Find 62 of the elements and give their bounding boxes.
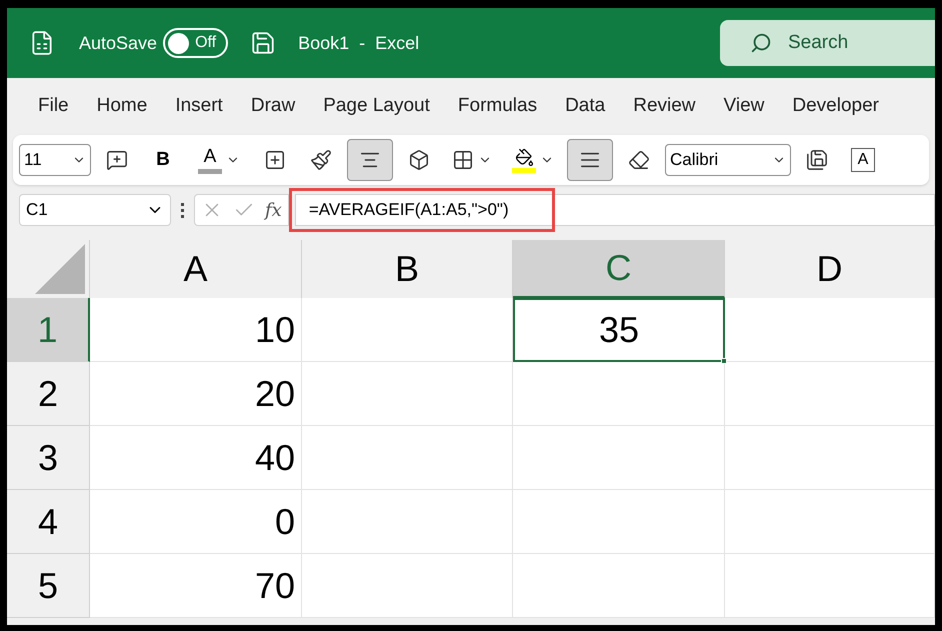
table-cell[interactable]: 35 (513, 298, 725, 362)
table-cell[interactable] (302, 490, 513, 554)
table-cell[interactable]: 40 (90, 426, 302, 490)
table-cell[interactable] (725, 554, 935, 618)
autosave-label: AutoSave (79, 32, 158, 54)
font-color-button[interactable]: A (189, 140, 249, 180)
formula-field[interactable]: =AVERAGEIF(A1:A5,">0") (294, 194, 935, 226)
window-title: Book1 - Excel (298, 32, 420, 54)
save-icon (806, 149, 828, 171)
square-plus-icon (264, 149, 286, 171)
table-cell[interactable] (725, 426, 935, 490)
search-field[interactable]: Search (720, 20, 935, 66)
menu-tab[interactable]: Developer (792, 92, 879, 121)
table-cell[interactable] (302, 426, 513, 490)
table-cell[interactable] (725, 490, 935, 554)
menu-tab[interactable]: Home (96, 92, 148, 121)
menu-tab[interactable]: View (724, 92, 764, 121)
dropdown[interactable]: 11 (19, 144, 91, 176)
menu-tab[interactable]: Review (633, 92, 696, 121)
row-header[interactable]: 5 (7, 554, 90, 618)
cube-icon (408, 149, 430, 171)
table-cell[interactable]: 70 (90, 554, 302, 618)
menu-tab[interactable]: Data (565, 92, 606, 121)
table-cell[interactable] (725, 362, 935, 426)
bold-button[interactable]: B (143, 140, 183, 180)
dropdown[interactable]: Calibri (665, 144, 791, 176)
menu-tab[interactable]: Draw (250, 92, 296, 121)
align-button[interactable] (347, 139, 393, 181)
table-cell[interactable]: 20 (90, 362, 302, 426)
grid-icon (452, 149, 474, 171)
name-box[interactable]: C1 (19, 194, 171, 226)
fill-handle[interactable] (721, 358, 727, 364)
table-cell[interactable] (725, 298, 935, 362)
comment-plus-icon (106, 149, 128, 171)
table-cell[interactable]: 10 (90, 298, 302, 362)
table-cell[interactable] (302, 298, 513, 362)
eraser-icon (628, 149, 650, 171)
save-icon (250, 30, 276, 56)
table-cell[interactable]: 0 (90, 490, 302, 554)
row-header[interactable]: 3 (7, 426, 90, 490)
row-header[interactable]: 2 (7, 362, 90, 426)
table-cell[interactable] (513, 362, 725, 426)
table-cell[interactable] (513, 554, 725, 618)
paint-bucket-icon (514, 148, 534, 166)
menu-tab[interactable]: File (38, 92, 69, 121)
table-cell[interactable] (513, 426, 725, 490)
row-header[interactable]: 1 (7, 298, 90, 362)
column-header[interactable]: C (513, 240, 725, 298)
menu-tab[interactable]: Formulas (458, 92, 538, 121)
menu-tab[interactable]: Page Layout (323, 92, 430, 121)
text-box-button[interactable]: A (851, 148, 875, 172)
search-icon (750, 32, 772, 54)
autosave-toggle[interactable]: Off (163, 28, 228, 58)
align-button[interactable] (567, 139, 613, 181)
menu-tab[interactable]: Insert (175, 92, 223, 121)
table-cell[interactable] (302, 554, 513, 618)
table-cell[interactable] (513, 490, 725, 554)
table-cell[interactable] (302, 362, 513, 426)
row-header[interactable]: 4 (7, 490, 90, 554)
more-icon (181, 202, 184, 218)
insert-function-button[interactable]: fx (265, 196, 282, 224)
paintbrush-icon (310, 149, 332, 171)
